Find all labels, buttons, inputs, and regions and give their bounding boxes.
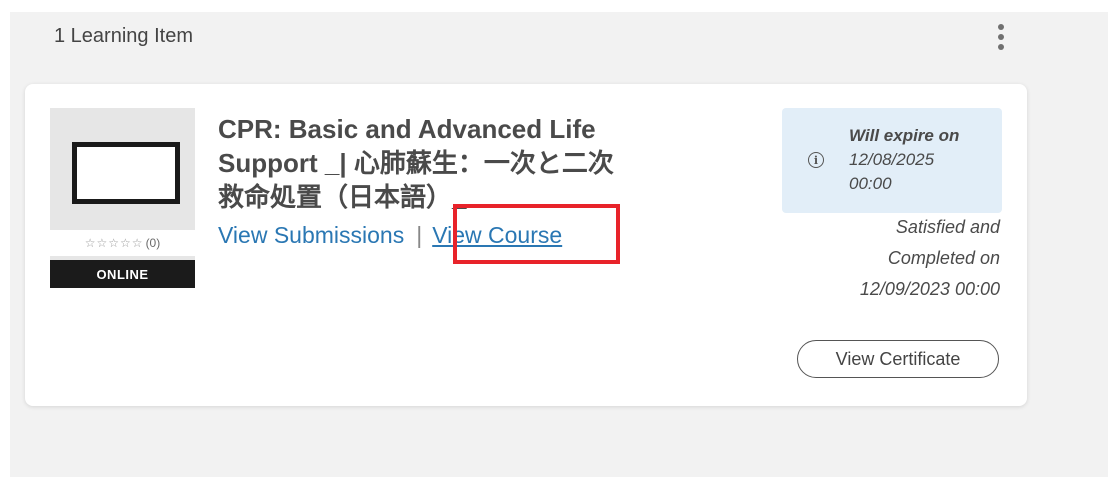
course-thumbnail[interactable]: ☆☆☆☆☆ (0) ONLINE [50,108,195,288]
completion-line: Satisfied and [895,217,1000,237]
expire-time: 00:00 [849,174,892,193]
view-submissions-link[interactable]: View Submissions [218,222,404,249]
delivery-badge: ONLINE [50,260,195,288]
section-title: 1 Learning Item [54,25,193,47]
info-icon: i [808,152,824,168]
course-title[interactable]: CPR: Basic and Advanced Life Support _| … [218,112,698,214]
completion-status: Satisfied and Completed on 12/09/2023 00… [800,212,1000,305]
completion-line: Completed on [887,248,1000,268]
view-course-highlight [453,204,620,264]
expiration-notice: i Will expire on 12/08/2025 00:00 [782,108,1002,213]
kebab-dot [998,44,1004,50]
course-title-line: Support _| 心肺蘇生：一次と二次 [218,148,614,178]
completion-date: 12/09/2023 00:00 [859,279,1000,299]
view-certificate-button[interactable]: View Certificate [797,340,999,378]
star-rating-icon: ☆☆☆☆☆ [84,236,144,250]
rating: ☆☆☆☆☆ (0) [50,230,195,256]
link-separator: | [416,222,423,248]
kebab-dot [998,34,1004,40]
screen-placeholder-icon [72,142,180,204]
course-title-line: CPR: Basic and Advanced Life [218,114,596,144]
kebab-dot [998,24,1004,30]
learning-item-card: ☆☆☆☆☆ (0) ONLINE CPR: Basic and Advanced… [25,84,1027,406]
expire-date: 12/08/2025 [849,150,935,169]
rating-count: (0) [145,236,161,250]
expire-label: Will expire on [849,126,960,145]
expiration-text: Will expire on 12/08/2025 00:00 [849,124,999,196]
more-options-icon[interactable] [994,24,1008,50]
